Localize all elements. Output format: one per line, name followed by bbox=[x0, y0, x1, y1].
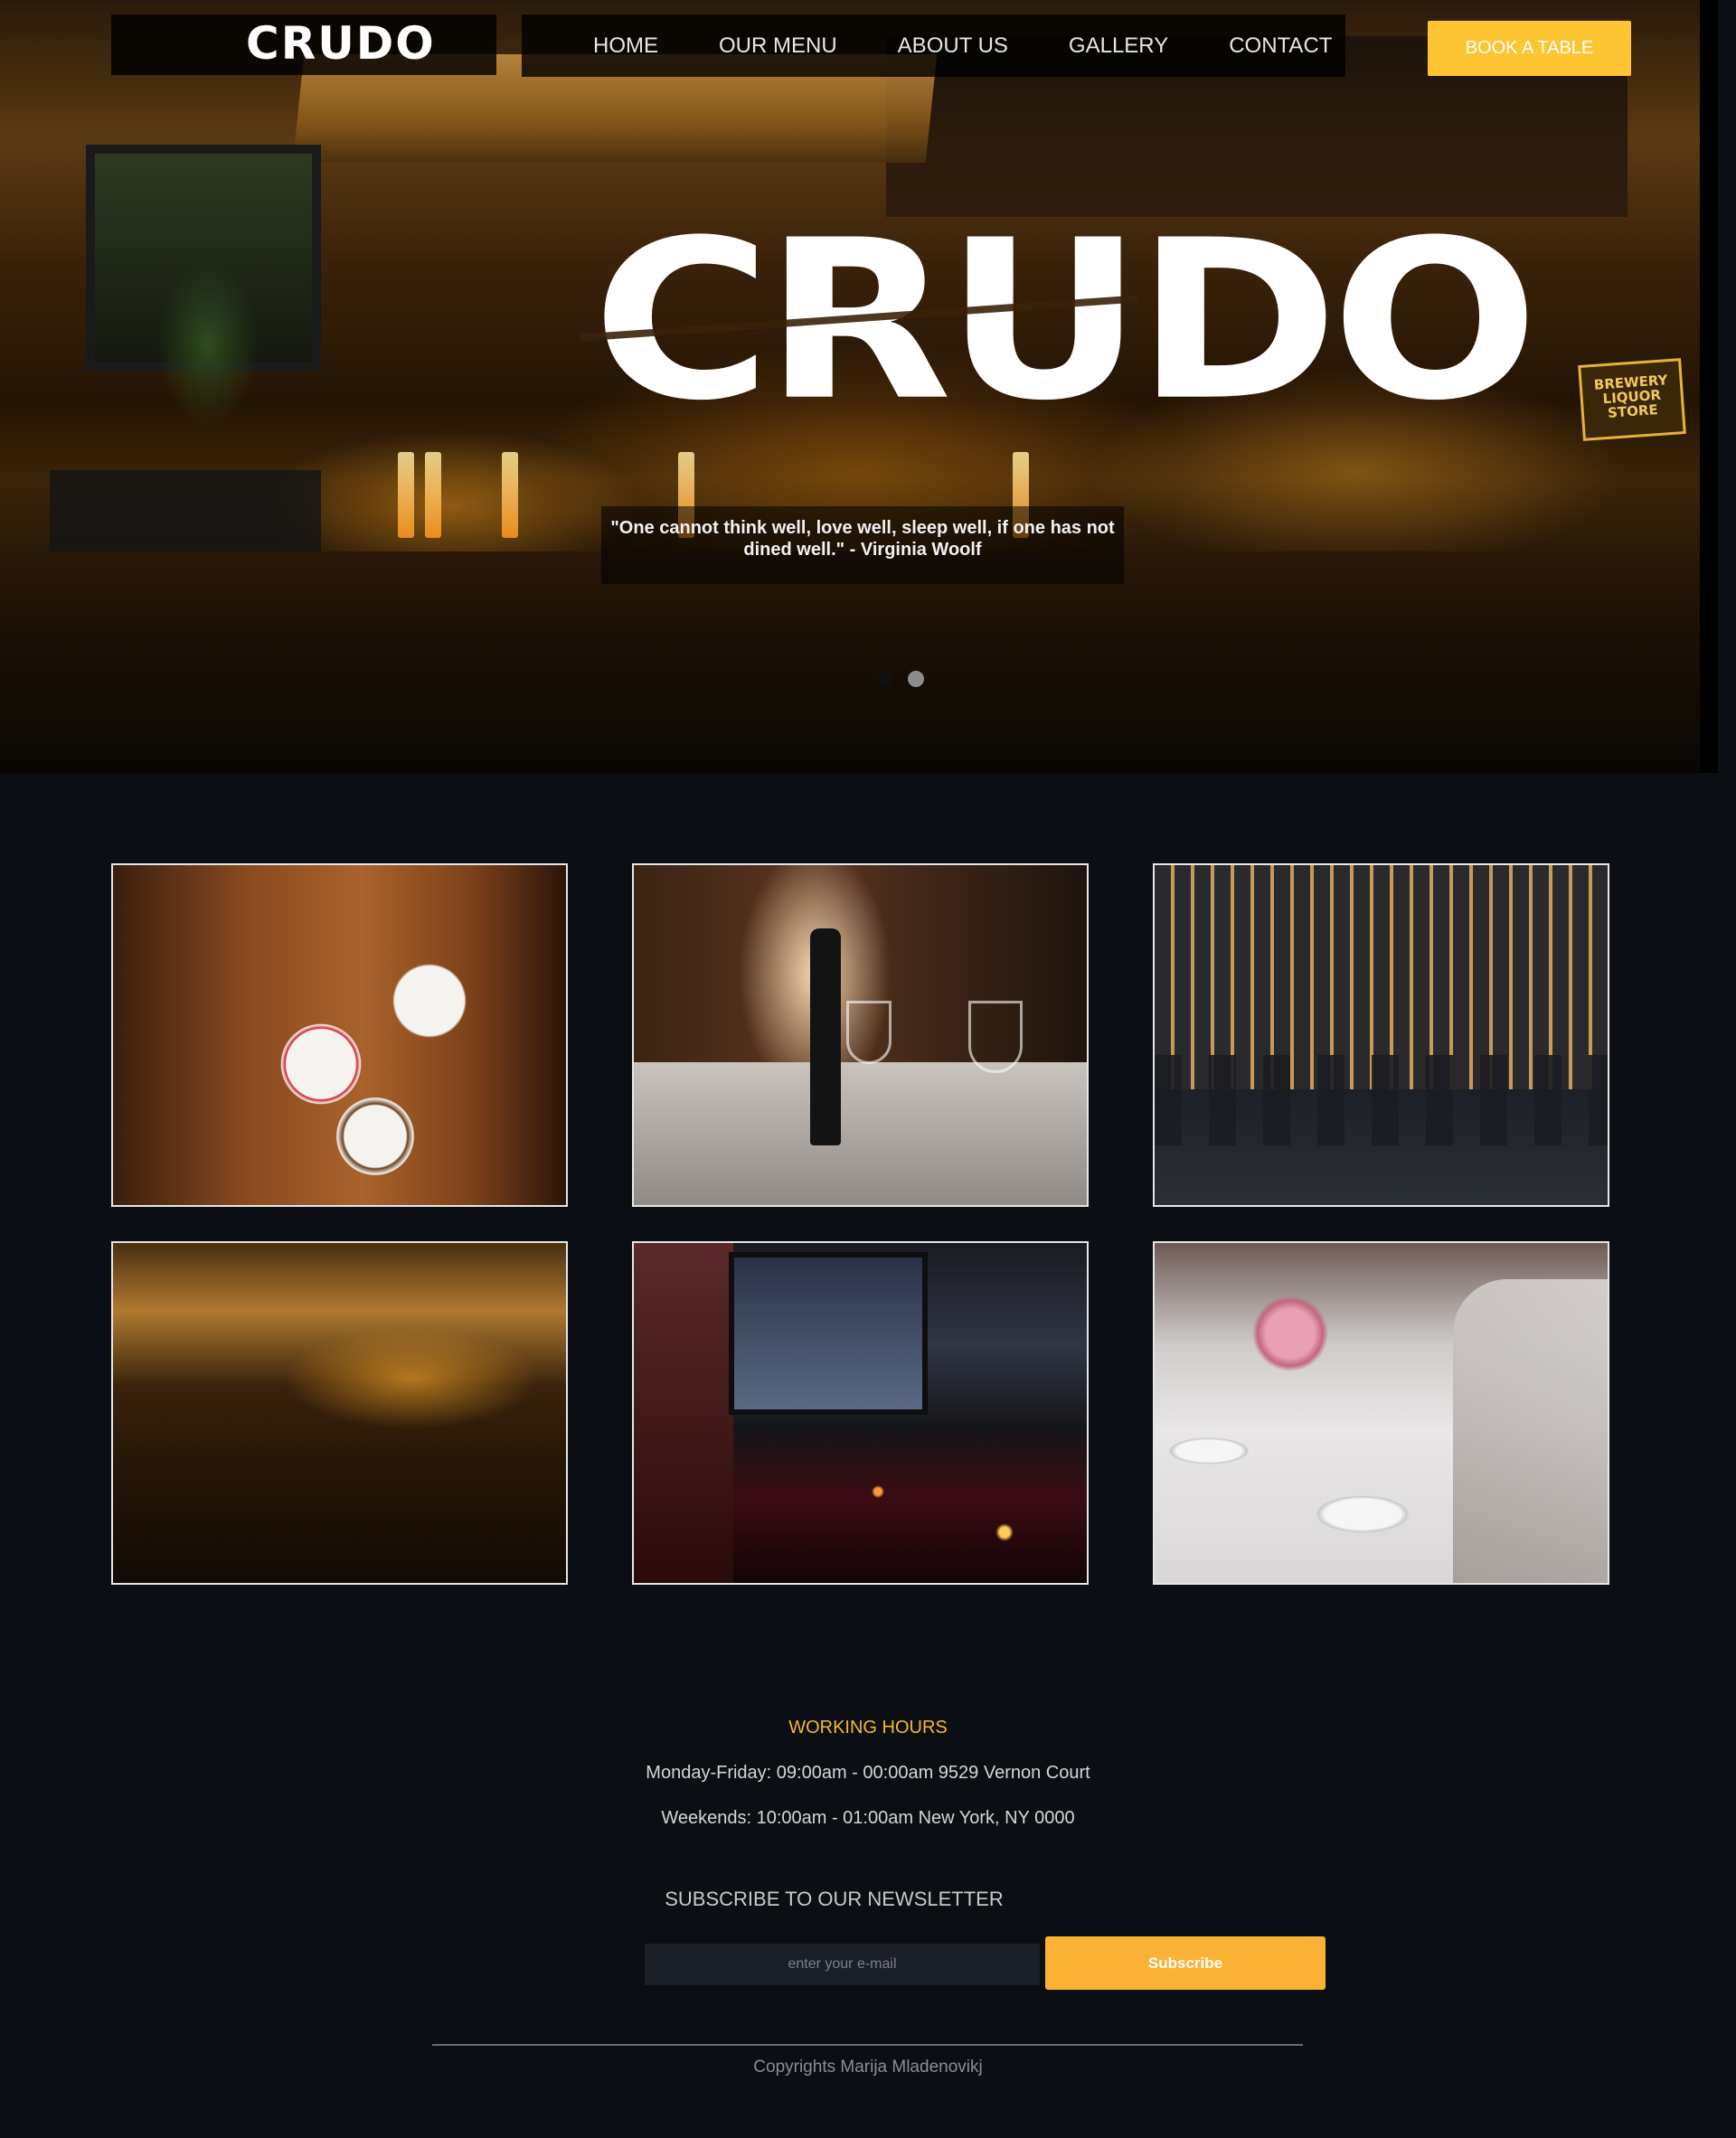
copyright-text: Copyrights Marija Mladenovikj bbox=[753, 2058, 983, 2077]
newsletter-title: SUBSCRIBE TO OUR NEWSLETTER bbox=[665, 1888, 1004, 1910]
window bbox=[729, 1252, 928, 1415]
photo-gallery bbox=[111, 863, 1609, 1585]
hero-plant bbox=[136, 226, 280, 461]
food-table-photo[interactable] bbox=[111, 863, 568, 1207]
bar-light bbox=[398, 452, 414, 538]
nav-home[interactable]: HOME bbox=[593, 33, 658, 59]
site-logo[interactable]: CRUDO bbox=[246, 18, 436, 69]
wine-bottle bbox=[810, 928, 841, 1145]
red-restaurant-photo[interactable] bbox=[632, 1241, 1089, 1585]
nav-our-menu[interactable]: OUR MENU bbox=[719, 33, 837, 59]
chairs bbox=[1155, 1055, 1608, 1145]
nav-contact[interactable]: CONTACT bbox=[1229, 33, 1332, 59]
wine-bottle-photo[interactable] bbox=[632, 863, 1089, 1207]
slider-dot-1[interactable] bbox=[877, 671, 893, 687]
hours-weekends: Weekends: 10:00am - 01:00am New York, NY… bbox=[661, 1808, 1075, 1828]
nav-gallery[interactable]: GALLERY bbox=[1069, 33, 1168, 59]
waitress bbox=[1453, 1279, 1608, 1583]
bar-interior-photo[interactable] bbox=[111, 1241, 568, 1585]
book-table-button[interactable]: BOOK A TABLE bbox=[1428, 21, 1631, 76]
wine-glass bbox=[846, 1001, 892, 1064]
dining-room-photo[interactable] bbox=[1153, 863, 1609, 1207]
slider-dot-2[interactable] bbox=[908, 671, 924, 687]
nav-about-us[interactable]: ABOUT US bbox=[898, 33, 1008, 59]
hero-bar-counter bbox=[0, 551, 1718, 773]
bar-light bbox=[425, 452, 441, 538]
main-nav: HOME OUR MENU ABOUT US GALLERY CONTACT bbox=[522, 14, 1345, 77]
red-wall bbox=[634, 1243, 733, 1583]
hours-weekdays: Monday-Friday: 09:00am - 00:00am 9529 Ve… bbox=[646, 1763, 1090, 1783]
hero-edge bbox=[1700, 0, 1718, 773]
working-hours-title: WORKING HOURS bbox=[788, 1718, 948, 1738]
slider-dots bbox=[877, 671, 924, 687]
wine-glass bbox=[968, 1001, 1023, 1073]
bar-light bbox=[502, 452, 518, 538]
hero-quote: "One cannot think well, love well, sleep… bbox=[601, 506, 1124, 584]
hero-banner: BREWERY LIQUOR STORE CRUDO HOME OUR MENU… bbox=[0, 0, 1718, 773]
subscribe-button[interactable]: Subscribe bbox=[1045, 1936, 1326, 1990]
email-input[interactable] bbox=[645, 1944, 1040, 1985]
footer-divider bbox=[432, 2044, 1303, 2046]
table-setting-photo[interactable] bbox=[1153, 1241, 1609, 1585]
store-sign: BREWERY LIQUOR STORE bbox=[1578, 358, 1686, 441]
